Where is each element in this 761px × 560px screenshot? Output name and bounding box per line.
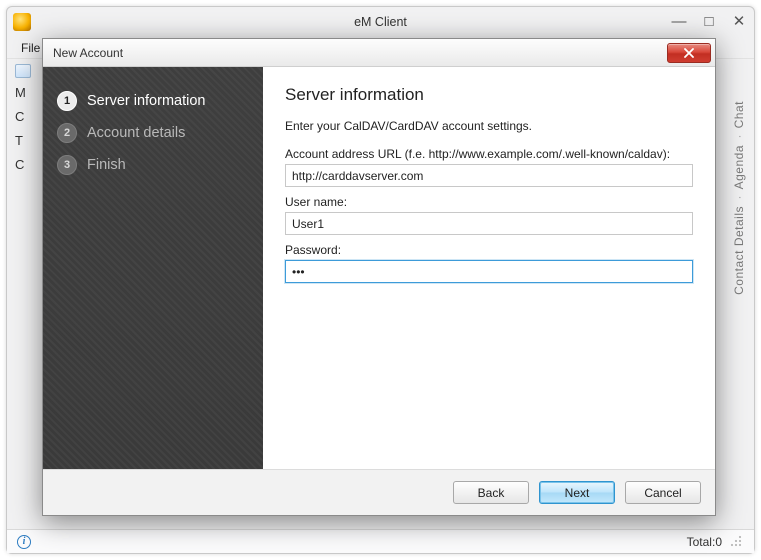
username-label: User name:	[285, 195, 693, 209]
app-icon	[13, 13, 31, 31]
password-label: Password:	[285, 243, 693, 257]
username-input[interactable]	[285, 212, 693, 235]
status-bar: i Total: 0	[7, 529, 754, 553]
minimize-button[interactable]: —	[670, 13, 688, 31]
password-input[interactable]	[285, 260, 693, 283]
toolbar-new-icon[interactable]	[15, 64, 31, 78]
wizard-step-number: 3	[57, 155, 77, 175]
back-button[interactable]: Back	[453, 481, 529, 504]
wizard-step-server-info[interactable]: 1 Server information	[57, 85, 249, 117]
page-instruction: Enter your CalDAV/CardDAV account settin…	[285, 119, 693, 133]
left-sidepanel: M C T C	[15, 85, 33, 181]
dialog-close-button[interactable]	[667, 43, 711, 63]
close-button[interactable]: ✕	[730, 13, 748, 31]
side-letter: T	[15, 133, 33, 157]
side-letter: M	[15, 85, 33, 109]
right-tab-chat[interactable]: Chat	[732, 97, 746, 132]
dialog-titlebar[interactable]: New Account	[43, 39, 715, 67]
cancel-button[interactable]: Cancel	[625, 481, 701, 504]
page-heading: Server information	[285, 85, 693, 105]
url-label: Account address URL (f.e. http://www.exa…	[285, 147, 693, 161]
main-titlebar[interactable]: eM Client — □ ✕	[7, 7, 754, 37]
status-total-label: Total:	[687, 535, 716, 549]
wizard-step-label: Server information	[87, 93, 205, 109]
wizard-step-label: Account details	[87, 125, 185, 141]
wizard-step-finish[interactable]: 3 Finish	[57, 149, 249, 181]
account-url-input[interactable]	[285, 164, 693, 187]
status-total-value: 0	[715, 535, 722, 549]
dialog-button-bar: Back Next Cancel	[43, 469, 715, 515]
right-sidepanel: Chat · Agenda · Contact Details	[726, 97, 752, 299]
wizard-step-label: Finish	[87, 157, 126, 173]
info-icon[interactable]: i	[17, 535, 31, 549]
wizard-step-number: 2	[57, 123, 77, 143]
resize-grip[interactable]	[730, 535, 744, 549]
wizard-step-number: 1	[57, 91, 77, 111]
side-letter: C	[15, 109, 33, 133]
app-title: eM Client	[7, 15, 754, 29]
wizard-page-server-info: Server information Enter your CalDAV/Car…	[263, 67, 715, 469]
wizard-steps-nav: 1 Server information 2 Account details 3…	[43, 67, 263, 469]
next-button[interactable]: Next	[539, 481, 615, 504]
new-account-dialog: New Account 1 Server information 2 Accou…	[42, 38, 716, 516]
maximize-button[interactable]: □	[700, 13, 718, 31]
wizard-step-account-details[interactable]: 2 Account details	[57, 117, 249, 149]
side-letter: C	[15, 157, 33, 181]
close-icon	[684, 48, 694, 58]
right-tab-agenda[interactable]: Agenda	[732, 141, 746, 193]
dialog-title: New Account	[53, 46, 667, 60]
right-tab-contact-details[interactable]: Contact Details	[732, 202, 746, 299]
